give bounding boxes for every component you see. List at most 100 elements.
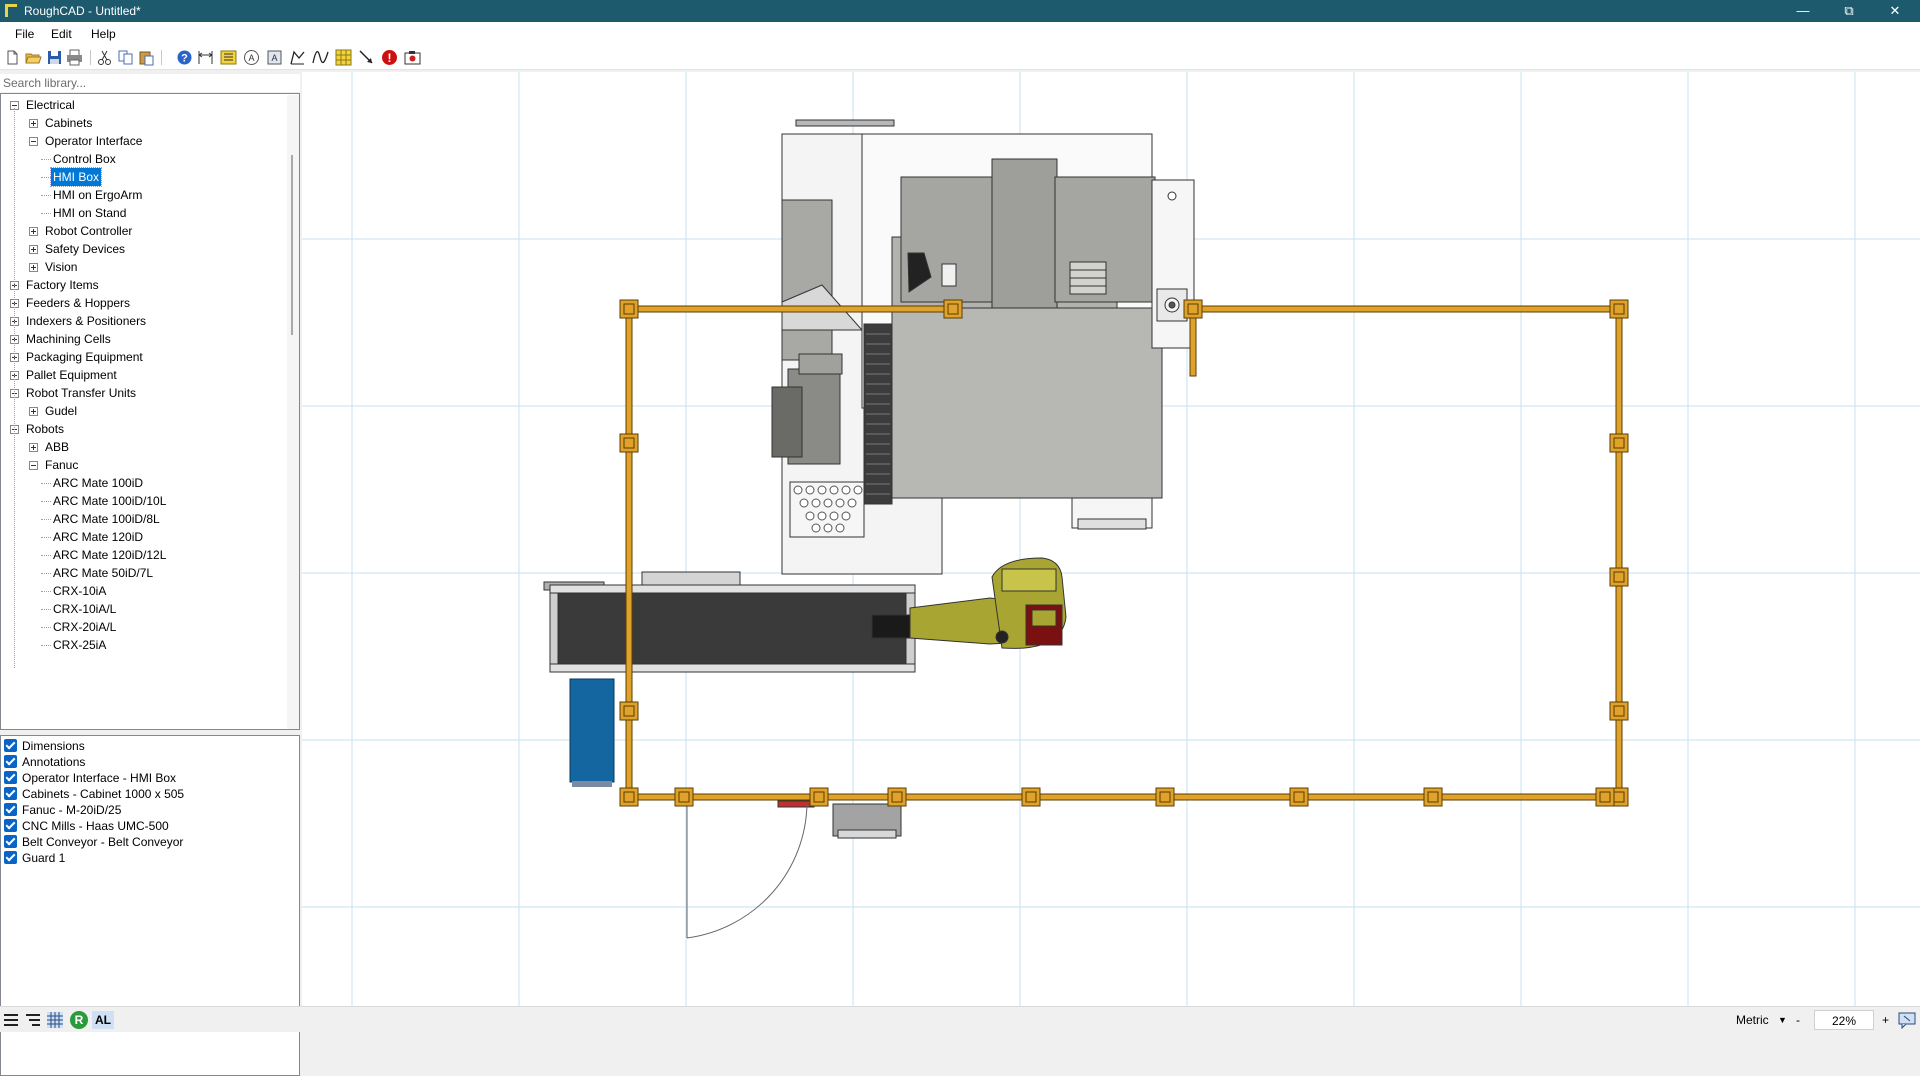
tree-item[interactable]: Operator Interface (1, 132, 285, 150)
tree-item[interactable]: ARC Mate 120iD/12L (1, 546, 285, 564)
grid-icon[interactable] (335, 49, 352, 66)
help-icon[interactable]: ? (176, 49, 193, 66)
grid-toggle-icon[interactable] (46, 1011, 64, 1029)
tree-item[interactable]: Safety Devices (1, 240, 285, 258)
tree-item[interactable]: Gudel (1, 402, 285, 420)
hmi-box[interactable] (777, 800, 902, 839)
tree-scrollbar[interactable] (287, 95, 299, 729)
minimize-button[interactable]: — (1780, 0, 1826, 22)
tree-item[interactable]: CRX-10iA/L (1, 600, 285, 618)
guard-door[interactable] (686, 799, 808, 939)
layer-checkbox[interactable] (4, 771, 17, 784)
cnc-mill[interactable] (771, 119, 1195, 575)
drawing-canvas[interactable] (302, 72, 1920, 1006)
expand-icon[interactable] (29, 443, 38, 452)
expand-icon[interactable] (29, 245, 38, 254)
list-icon[interactable] (220, 49, 237, 66)
paste-icon[interactable] (138, 49, 155, 66)
layer-checkbox[interactable] (4, 819, 17, 832)
tree-item[interactable]: ARC Mate 100iD/10L (1, 492, 285, 510)
close-button[interactable]: ✕ (1872, 0, 1918, 22)
belt-conveyor[interactable] (543, 571, 916, 673)
tree-item[interactable]: Robot Controller (1, 222, 285, 240)
layer-item[interactable]: Fanuc - M-20iD/25 (4, 802, 121, 818)
collapse-icon[interactable] (29, 137, 38, 146)
tree-item[interactable]: ARC Mate 100iD/8L (1, 510, 285, 528)
layer-item[interactable]: Annotations (4, 754, 85, 770)
layer-checkbox[interactable] (4, 787, 17, 800)
tree-item[interactable]: Control Box (1, 150, 285, 168)
layer-item[interactable]: Belt Conveyor - Belt Conveyor (4, 834, 183, 850)
tree-item[interactable]: Packaging Equipment (1, 348, 285, 366)
tree-item[interactable]: HMI on ErgoArm (1, 186, 285, 204)
tree-item[interactable]: Factory Items (1, 276, 285, 294)
save-icon[interactable] (46, 49, 63, 66)
tree-item[interactable]: CRX-25iA (1, 636, 285, 654)
layer-checkbox[interactable] (4, 755, 17, 768)
search-library-input[interactable] (0, 74, 300, 92)
maximize-button[interactable]: ⧉ (1826, 0, 1872, 22)
al-badge-icon[interactable]: AL (92, 1011, 114, 1029)
layer-item[interactable]: Operator Interface - HMI Box (4, 770, 176, 786)
units-select[interactable]: Metric (1736, 1013, 1769, 1027)
print-icon[interactable] (66, 49, 83, 66)
zoom-field[interactable]: 22% (1814, 1010, 1874, 1030)
layer-item[interactable]: Dimensions (4, 738, 85, 754)
tree-item[interactable]: Electrical (1, 96, 285, 114)
scrollbar-thumb[interactable] (291, 155, 293, 335)
layer-item[interactable]: Guard 1 (4, 850, 65, 866)
tree-item[interactable]: ABB (1, 438, 285, 456)
menu-edit[interactable]: Edit (51, 27, 72, 41)
expand-icon[interactable] (29, 407, 38, 416)
comment-icon[interactable] (1898, 1011, 1916, 1029)
open-icon[interactable] (25, 49, 42, 66)
tree-item[interactable]: HMI on Stand (1, 204, 285, 222)
zoom-out-button[interactable]: - (1796, 1013, 1800, 1027)
new-icon[interactable] (4, 49, 21, 66)
menu-help[interactable]: Help (91, 27, 116, 41)
tree-item[interactable]: Pallet Equipment (1, 366, 285, 384)
layer-checkbox[interactable] (4, 739, 17, 752)
camera-icon[interactable] (404, 49, 421, 66)
dimension-icon[interactable] (197, 49, 214, 66)
hamburger-menu-icon[interactable] (2, 1011, 20, 1029)
tree-item[interactable]: HMI Box (1, 167, 285, 187)
expand-icon[interactable] (29, 119, 38, 128)
cut-icon[interactable] (96, 49, 113, 66)
zoom-in-button[interactable]: + (1882, 1013, 1889, 1027)
tree-item[interactable]: Robot Transfer Units (1, 384, 285, 402)
rect-a-icon[interactable]: A (266, 49, 283, 66)
layer-checkbox[interactable] (4, 851, 17, 864)
cabinet[interactable] (569, 678, 615, 787)
polyline-icon[interactable] (289, 49, 306, 66)
library-tree[interactable]: Electrical Cabinets Operator Interface Cont… (0, 93, 300, 730)
expand-icon[interactable] (29, 227, 38, 236)
circle-a-icon[interactable]: A (243, 49, 260, 66)
layer-item[interactable]: CNC Mills - Haas UMC-500 (4, 818, 169, 834)
tree-item[interactable]: Robots (1, 420, 285, 438)
layer-item[interactable]: Cabinets - Cabinet 1000 x 505 (4, 786, 184, 802)
tree-item[interactable]: ARC Mate 50iD/7L (1, 564, 285, 582)
collapse-icon[interactable] (29, 461, 38, 470)
drawing-svg[interactable] (302, 72, 1920, 1006)
tree-item[interactable]: Fanuc (1, 456, 285, 474)
tree-item[interactable]: Indexers & Positioners (1, 312, 285, 330)
layer-checkbox[interactable] (4, 835, 17, 848)
r-badge-icon[interactable]: R (70, 1011, 88, 1029)
tree-item[interactable]: ARC Mate 100iD (1, 474, 285, 492)
tree-item[interactable]: Cabinets (1, 114, 285, 132)
arrow-line-icon[interactable] (358, 49, 375, 66)
outline-list-icon[interactable] (24, 1011, 42, 1029)
tree-item[interactable]: Vision (1, 258, 285, 276)
layer-checkbox[interactable] (4, 803, 17, 816)
tree-item[interactable]: CRX-20iA/L (1, 618, 285, 636)
spline-icon[interactable] (312, 49, 329, 66)
tree-item[interactable]: Feeders & Hoppers (1, 294, 285, 312)
tree-item[interactable]: CRX-10iA (1, 582, 285, 600)
tree-item[interactable]: ARC Mate 120iD (1, 528, 285, 546)
error-icon[interactable]: ! (381, 49, 398, 66)
tree-item[interactable]: Machining Cells (1, 330, 285, 348)
menu-file[interactable]: File (15, 27, 34, 41)
chevron-down-icon[interactable]: ▼ (1778, 1015, 1787, 1025)
copy-icon[interactable] (117, 49, 134, 66)
